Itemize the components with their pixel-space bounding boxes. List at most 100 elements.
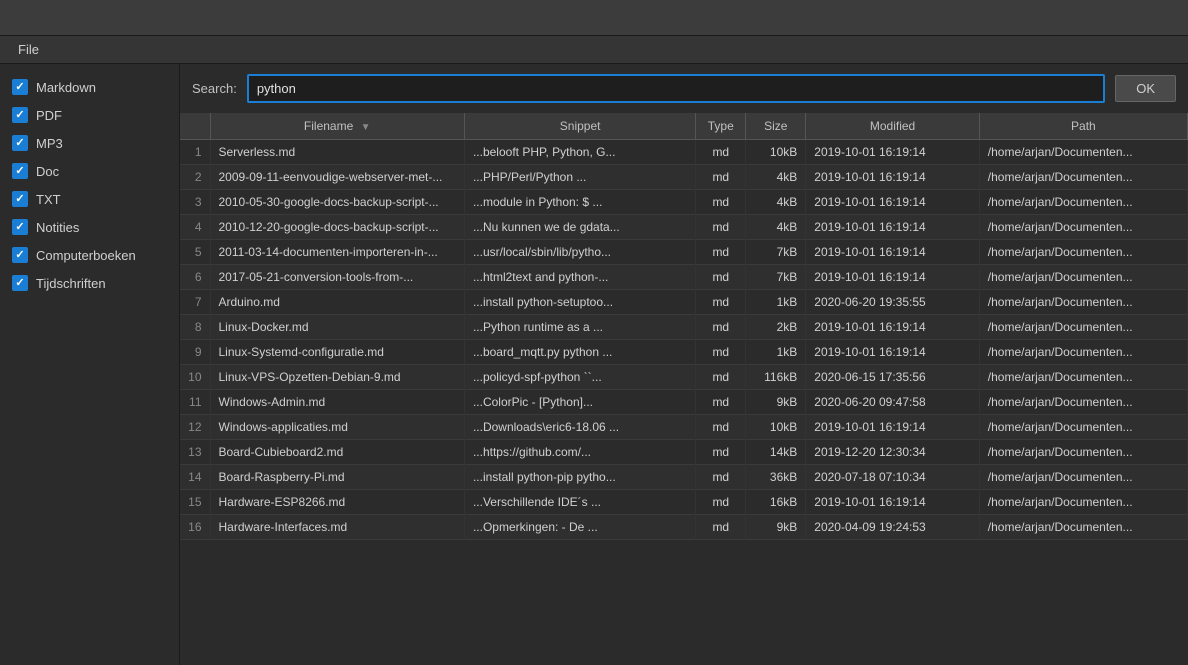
cell-size: 2kB [746, 315, 806, 340]
cell-modified: 2019-10-01 16:19:14 [806, 490, 980, 515]
table-row[interactable]: 52011-03-14-documenten-importeren-in-...… [180, 240, 1188, 265]
table-row[interactable]: 16Hardware-Interfaces.md...Opmerkingen: … [180, 515, 1188, 540]
cell-num: 10 [180, 365, 210, 390]
cell-num: 8 [180, 315, 210, 340]
main-layout: Markdown PDF MP3 Doc TXT Notities Computerboek… [0, 64, 1188, 665]
cell-snippet: ...install python-setuptoo... [464, 290, 695, 315]
table-row[interactable]: 62017-05-21-conversion-tools-from-......… [180, 265, 1188, 290]
sidebar-item-mp3[interactable]: MP3 [8, 132, 171, 154]
checkbox-notities[interactable] [12, 219, 28, 235]
cell-filename: 2010-05-30-google-docs-backup-script-... [210, 190, 464, 215]
cell-type: md [696, 490, 746, 515]
cell-filename: Linux-VPS-Opzetten-Debian-9.md [210, 365, 464, 390]
minimize-button[interactable] [1094, 7, 1120, 29]
cell-num: 6 [180, 265, 210, 290]
cell-size: 9kB [746, 390, 806, 415]
table-row[interactable]: 42010-12-20-google-docs-backup-script-..… [180, 215, 1188, 240]
cell-size: 4kB [746, 215, 806, 240]
table-row[interactable]: 9Linux-Systemd-configuratie.md...board_m… [180, 340, 1188, 365]
cell-type: md [696, 290, 746, 315]
cell-snippet: ...module in Python: $ ... [464, 190, 695, 215]
col-modified: Modified [806, 113, 980, 140]
cell-size: 36kB [746, 465, 806, 490]
cell-path: /home/arjan/Documenten... [979, 365, 1187, 390]
table-row[interactable]: 8Linux-Docker.md...Python runtime as a .… [180, 315, 1188, 340]
cell-path: /home/arjan/Documenten... [979, 265, 1187, 290]
cell-modified: 2019-10-01 16:19:14 [806, 265, 980, 290]
cell-type: md [696, 515, 746, 540]
checkbox-txt[interactable] [12, 191, 28, 207]
ok-button[interactable]: OK [1115, 75, 1176, 102]
cell-path: /home/arjan/Documenten... [979, 440, 1187, 465]
maximize-button[interactable] [1124, 7, 1150, 29]
search-bar: Search: OK [180, 64, 1188, 113]
menu-bar: File [0, 36, 1188, 64]
checkbox-pdf[interactable] [12, 107, 28, 123]
table-row[interactable]: 15Hardware-ESP8266.md...Verschillende ID… [180, 490, 1188, 515]
cell-snippet: ...Verschillende IDE´s ... [464, 490, 695, 515]
cell-num: 7 [180, 290, 210, 315]
content-area: Search: OK Filename ▼ Snippet Type Size … [180, 64, 1188, 665]
sidebar-item-computerboeken[interactable]: Computerboeken [8, 244, 171, 266]
cell-num: 5 [180, 240, 210, 265]
sidebar-label-txt: TXT [36, 192, 61, 207]
checkbox-computerboeken[interactable] [12, 247, 28, 263]
sidebar-label-notities: Notities [36, 220, 79, 235]
cell-num: 11 [180, 390, 210, 415]
cell-modified: 2020-04-09 19:24:53 [806, 515, 980, 540]
cell-num: 14 [180, 465, 210, 490]
cell-filename: 2010-12-20-google-docs-backup-script-... [210, 215, 464, 240]
sidebar-item-notities[interactable]: Notities [8, 216, 171, 238]
table-row[interactable]: 10Linux-VPS-Opzetten-Debian-9.md...polic… [180, 365, 1188, 390]
checkbox-markdown[interactable] [12, 79, 28, 95]
sidebar-item-pdf[interactable]: PDF [8, 104, 171, 126]
cell-snippet: ...policyd-spf-python ``... [464, 365, 695, 390]
cell-num: 2 [180, 165, 210, 190]
checkbox-doc[interactable] [12, 163, 28, 179]
cell-modified: 2019-10-01 16:19:14 [806, 240, 980, 265]
cell-size: 4kB [746, 165, 806, 190]
cell-size: 16kB [746, 490, 806, 515]
table-row[interactable]: 11Windows-Admin.md...ColorPic - [Python]… [180, 390, 1188, 415]
cell-path: /home/arjan/Documenten... [979, 215, 1187, 240]
cell-modified: 2019-10-01 16:19:14 [806, 340, 980, 365]
results-table-container[interactable]: Filename ▼ Snippet Type Size Modified Pa… [180, 113, 1188, 665]
table-row[interactable]: 32010-05-30-google-docs-backup-script-..… [180, 190, 1188, 215]
table-row[interactable]: 22009-09-11-eenvoudige-webserver-met-...… [180, 165, 1188, 190]
table-row[interactable]: 14Board-Raspberry-Pi.md...install python… [180, 465, 1188, 490]
close-button[interactable] [1154, 7, 1180, 29]
cell-filename: Linux-Docker.md [210, 315, 464, 340]
file-menu[interactable]: File [8, 39, 49, 60]
cell-size: 1kB [746, 340, 806, 365]
sidebar-item-doc[interactable]: Doc [8, 160, 171, 182]
cell-modified: 2019-10-01 16:19:14 [806, 415, 980, 440]
window-controls [1094, 7, 1180, 29]
cell-snippet: ...ColorPic - [Python]... [464, 390, 695, 415]
checkbox-tijdschriften[interactable] [12, 275, 28, 291]
cell-snippet: ...usr/local/sbin/lib/pytho... [464, 240, 695, 265]
table-row[interactable]: 13Board-Cubieboard2.md...https://github.… [180, 440, 1188, 465]
sidebar-label-computerboeken: Computerboeken [36, 248, 136, 263]
cell-num: 4 [180, 215, 210, 240]
sidebar-item-markdown[interactable]: Markdown [8, 76, 171, 98]
cell-path: /home/arjan/Documenten... [979, 190, 1187, 215]
table-row[interactable]: 12Windows-applicaties.md...Downloads\eri… [180, 415, 1188, 440]
table-row[interactable]: 1Serverless.md...belooft PHP, Python, G.… [180, 140, 1188, 165]
cell-modified: 2020-06-20 19:35:55 [806, 290, 980, 315]
cell-size: 14kB [746, 440, 806, 465]
cell-type: md [696, 215, 746, 240]
col-filename[interactable]: Filename ▼ [210, 113, 464, 140]
cell-snippet: ...Downloads\eric6-18.06 ... [464, 415, 695, 440]
cell-snippet: ...board_mqtt.py python ... [464, 340, 695, 365]
checkbox-mp3[interactable] [12, 135, 28, 151]
cell-size: 7kB [746, 240, 806, 265]
cell-path: /home/arjan/Documenten... [979, 465, 1187, 490]
cell-filename: 2009-09-11-eenvoudige-webserver-met-... [210, 165, 464, 190]
sort-arrow-icon: ▼ [361, 122, 371, 133]
col-num [180, 113, 210, 140]
search-input[interactable] [247, 74, 1105, 103]
sidebar-item-txt[interactable]: TXT [8, 188, 171, 210]
cell-size: 7kB [746, 265, 806, 290]
table-row[interactable]: 7Arduino.md...install python-setuptoo...… [180, 290, 1188, 315]
sidebar-item-tijdschriften[interactable]: Tijdschriften [8, 272, 171, 294]
